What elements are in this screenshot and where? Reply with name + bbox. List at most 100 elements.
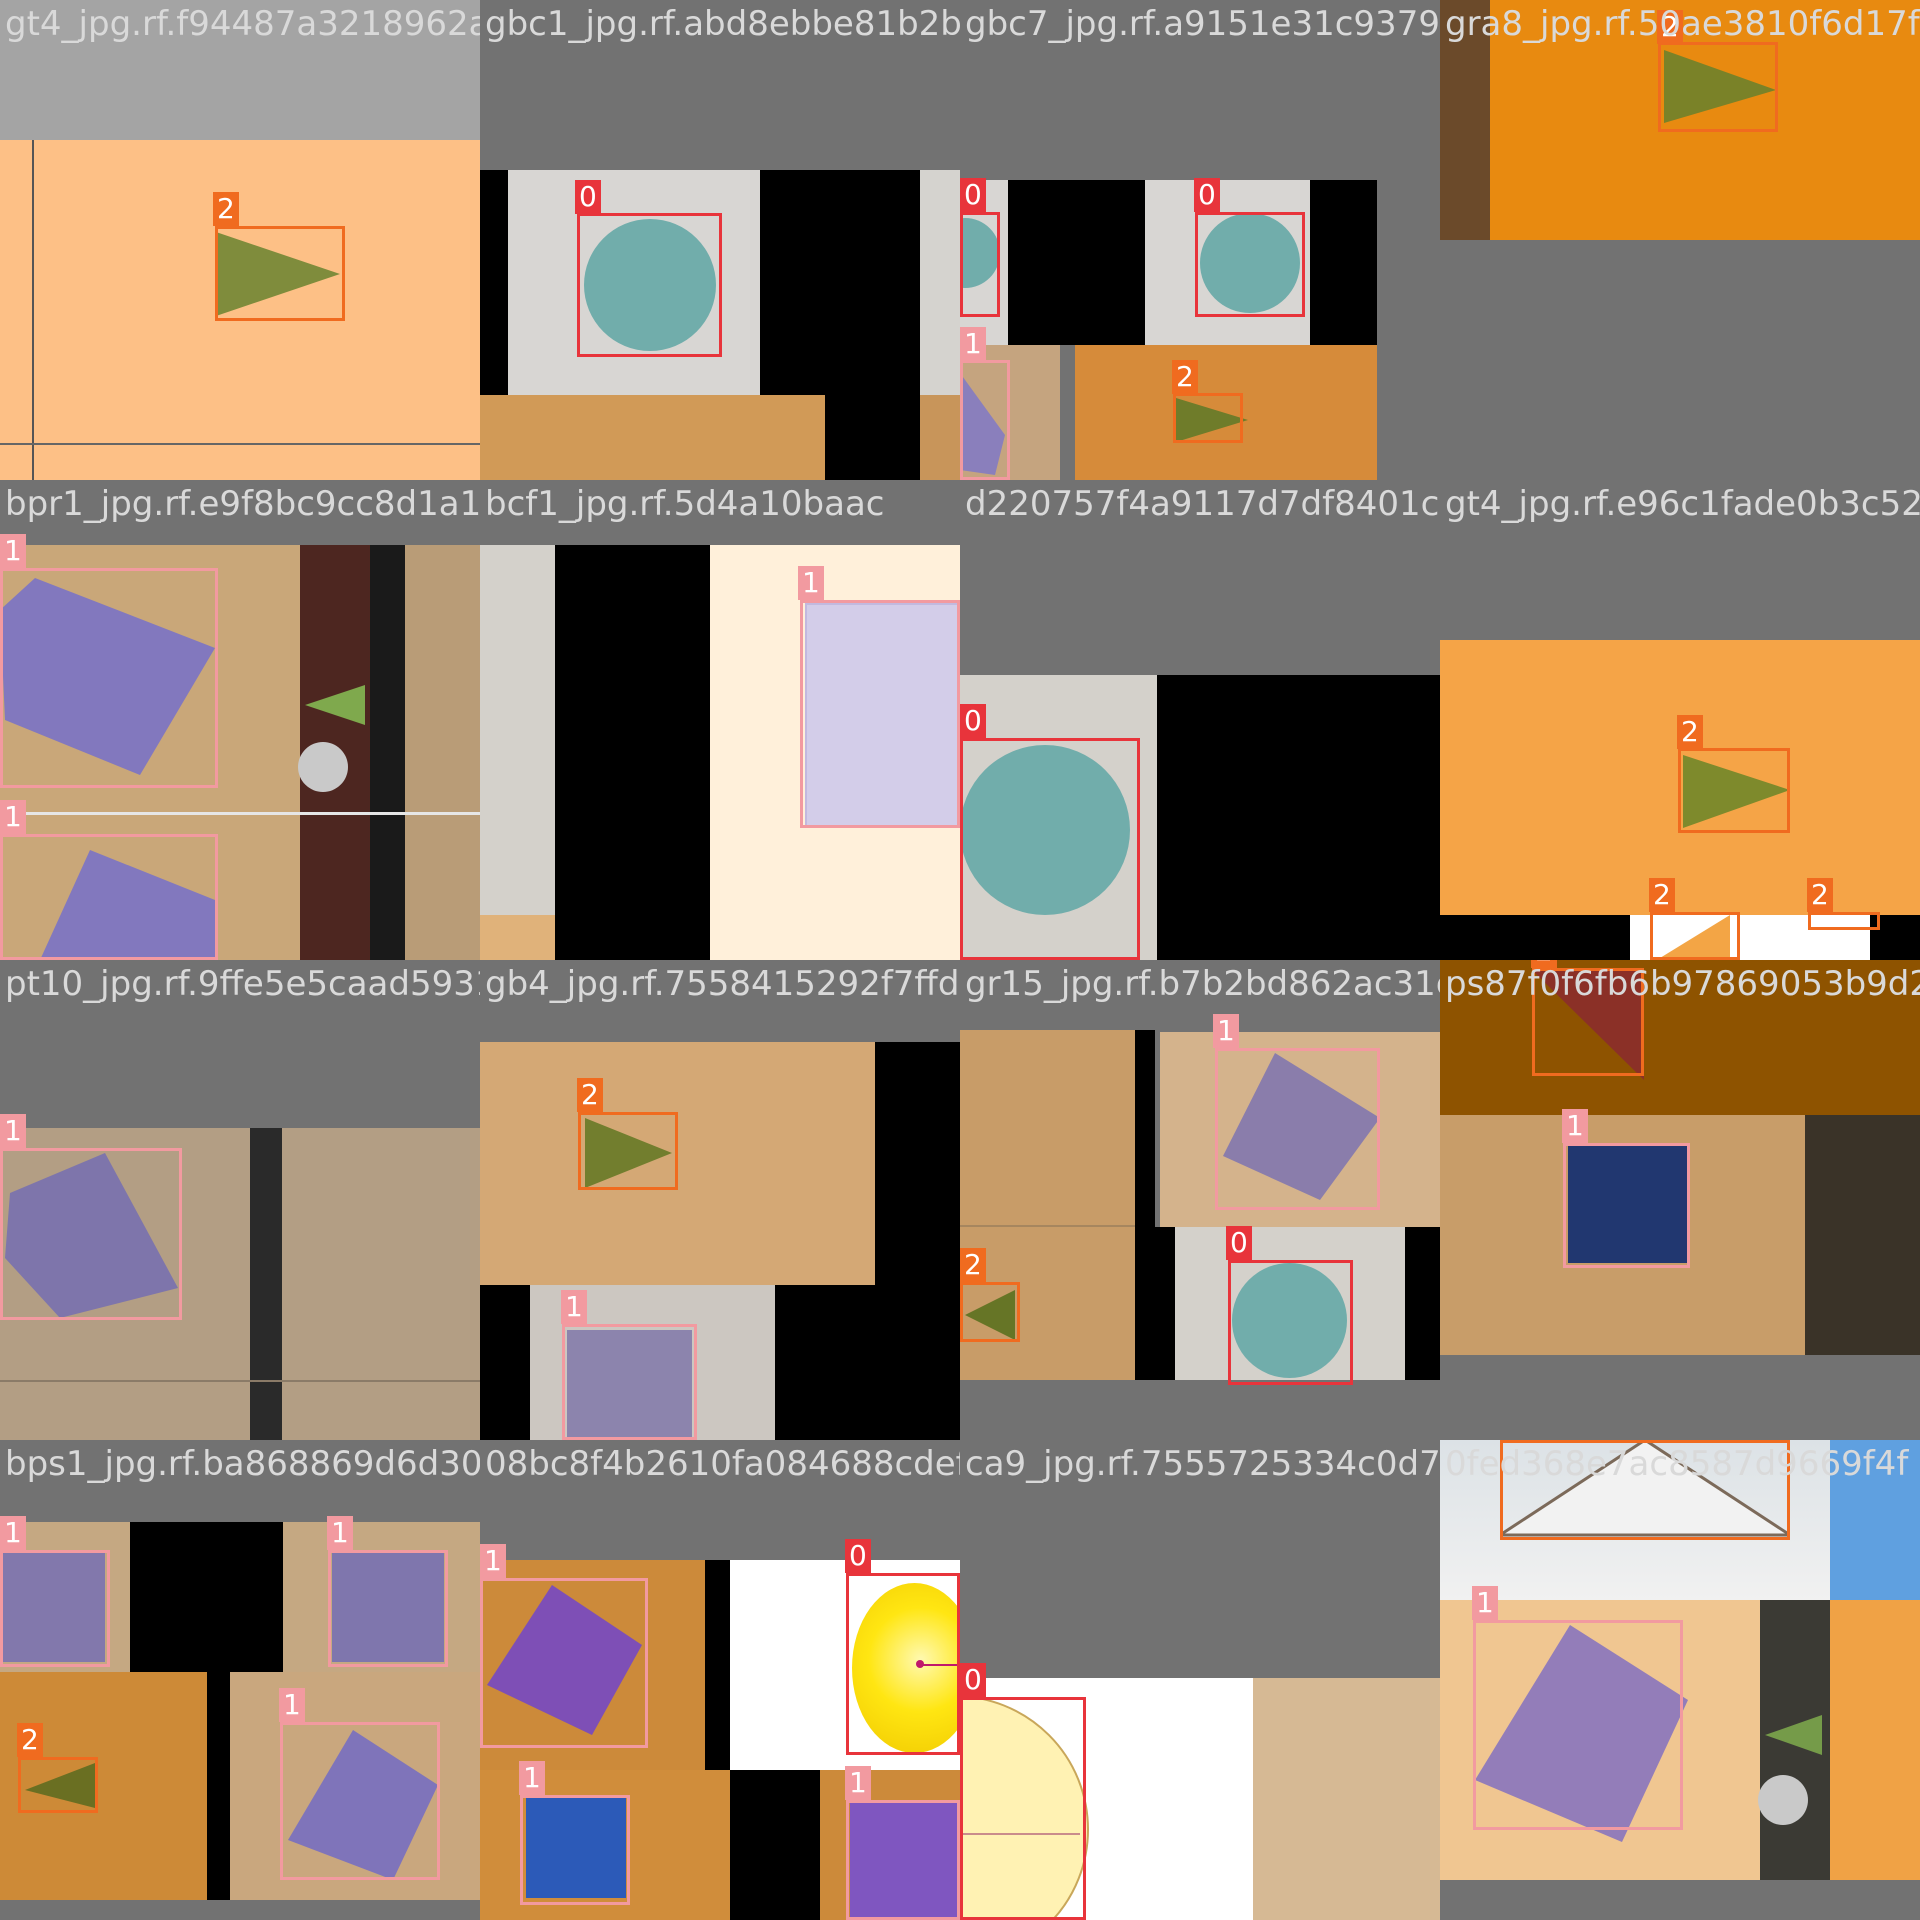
tile-filename: gt4_jpg.rf.f94487a3218962a (5, 4, 480, 44)
grid-line (32, 140, 34, 480)
class-label: 1 (480, 1544, 506, 1578)
class-label: 2 (213, 192, 239, 226)
bbox (1228, 1260, 1353, 1385)
bbox (1173, 393, 1243, 443)
tile-filename: d220757f4a9117d7df8401c2b5 (965, 484, 1440, 524)
image-tile: 0 gbc1_jpg.rf.abd8ebbe81b2b (480, 0, 960, 480)
class-label: 1 (279, 1688, 305, 1722)
bbox (1808, 912, 1880, 930)
class-label: 1 (0, 800, 26, 834)
bbox (960, 360, 1010, 480)
class-label: 1 (0, 1114, 26, 1148)
tape-roll (298, 742, 348, 792)
bbox (328, 1550, 448, 1667)
image-tile: 1 1 2 1 bps1_jpg.rf.ba868869d6d30 (0, 1440, 480, 1920)
bbox (18, 1757, 98, 1813)
bbox (1678, 748, 1790, 833)
bbox (0, 1550, 110, 1667)
bbox (0, 834, 218, 960)
tile-filename: ca9_jpg.rf.7555725334c0d7e80 (965, 1444, 1440, 1484)
paper-background (480, 545, 555, 960)
image-tile: 0 0 1 2 gbc7_jpg.rf.a9151e31c9379 (960, 0, 1440, 480)
image-tile: 1 0 1 1 08bc8f4b2610fa084688cdefa (480, 1440, 960, 1920)
bbox (800, 600, 960, 828)
image-tile: 1 pt10_jpg.rf.9ffe5e5caad5931 (0, 960, 480, 1440)
class-label: 0 (575, 180, 601, 214)
tile-filename: 0fed368e7ac8587d9669f4f (1445, 1444, 1909, 1484)
green-triangle (305, 685, 365, 725)
class-label: 2 (1807, 878, 1833, 912)
class-label: 1 (561, 1290, 587, 1324)
class-label: 2 (577, 1078, 603, 1112)
bbox (1195, 212, 1305, 317)
bbox (960, 1697, 1086, 1920)
class-label: 1 (1472, 1586, 1498, 1620)
bbox (215, 226, 345, 321)
class-label: 1 (960, 327, 986, 361)
tile-filename: 08bc8f4b2610fa084688cdefa (485, 1444, 960, 1484)
class-label: 1 (1213, 1014, 1239, 1048)
tile-filename: bpr1_jpg.rf.e9f8bc9cc8d1a1 (5, 484, 480, 524)
bbox (520, 1795, 630, 1905)
bbox (1473, 1620, 1683, 1830)
class-label: 2 (1649, 878, 1675, 912)
class-label: 1 (0, 1516, 26, 1550)
green-triangle (1765, 1715, 1822, 1755)
class-label: 1 (1562, 1109, 1588, 1143)
bbox (577, 213, 722, 357)
bbox (960, 1282, 1020, 1342)
class-label: 1 (0, 534, 26, 568)
class-label: 2 (17, 1723, 43, 1757)
class-label: 2 (1172, 360, 1198, 394)
tile-filename: bcf1_jpg.rf.5d4a10baac (485, 484, 885, 524)
image-tile: 2 2 2 gt4_jpg.rf.e96c1fade0b3c523 (1440, 480, 1920, 960)
wood-surface (1253, 1678, 1440, 1920)
class-label: 2 (1677, 715, 1703, 749)
image-tile: 2 1 gb4_jpg.rf.7558415292f7ffd7 (480, 960, 960, 1440)
wood-surface (282, 1128, 480, 1440)
bbox (846, 1800, 960, 1920)
bbox (0, 1148, 182, 1320)
image-tile: 0 ca9_jpg.rf.7555725334c0d7e80 (960, 1440, 1440, 1920)
class-label: 2 (960, 1248, 986, 1282)
mosaic-grid: 2 gt4_jpg.rf.f94487a3218962a 0 gbc1_jpg.… (0, 0, 1920, 1920)
class-label: 0 (960, 1663, 986, 1697)
tile-filename: bps1_jpg.rf.ba868869d6d30 (5, 1444, 480, 1484)
class-label: 1 (845, 1766, 871, 1800)
tile-filename: gbc1_jpg.rf.abd8ebbe81b2b (485, 4, 960, 44)
class-label: 1 (327, 1516, 353, 1550)
bbox (280, 1722, 440, 1880)
class-label: 0 (1194, 178, 1220, 212)
bbox (0, 568, 218, 788)
bbox (1563, 1143, 1690, 1268)
bbox (1650, 912, 1740, 960)
bbox (480, 1578, 648, 1748)
image-tile: 1 2 0 gr15_jpg.rf.b7b2bd862ac31e6 (960, 960, 1440, 1440)
class-label: 0 (960, 704, 986, 738)
tile-filename: gr15_jpg.rf.b7b2bd862ac31e6 (965, 964, 1440, 1004)
class-label: 1 (798, 566, 824, 600)
wood-surface (480, 395, 825, 480)
image-tile: 1 1 bpr1_jpg.rf.e9f8bc9cc8d1a1 (0, 480, 480, 960)
tile-filename: gbc7_jpg.rf.a9151e31c9379 (965, 4, 1440, 44)
image-tile: 2 1 ps87f0f6fb6b97869053b9d2d (1440, 960, 1920, 1440)
image-tile: 2 gra8_jpg.rf.50ae3810f6d17f (1440, 0, 1920, 480)
image-tile: 0 d220757f4a9117d7df8401c2b5 (960, 480, 1440, 960)
class-label: 0 (845, 1539, 871, 1573)
wood-surface (1830, 1600, 1920, 1880)
image-tile: 2 1 0fed368e7ac8587d9669f4f (1440, 1440, 1920, 1920)
image-tile: 2 gt4_jpg.rf.f94487a3218962a (0, 0, 480, 480)
bbox (960, 738, 1140, 960)
tile-filename: gb4_jpg.rf.7558415292f7ffd7 (485, 964, 960, 1004)
class-label: 0 (1226, 1226, 1252, 1260)
bbox (846, 1573, 960, 1755)
bbox (960, 212, 1000, 317)
bbox (578, 1112, 678, 1190)
bbox (562, 1324, 697, 1440)
image-tile: 1 bcf1_jpg.rf.5d4a10baac (480, 480, 960, 960)
tile-filename: gt4_jpg.rf.e96c1fade0b3c523 (1445, 484, 1920, 524)
tile-filename: pt10_jpg.rf.9ffe5e5caad5931 (5, 964, 480, 1004)
tile-filename: ps87f0f6fb6b97869053b9d2d (1445, 964, 1920, 1004)
class-label: 0 (960, 178, 986, 212)
class-label: 1 (519, 1761, 545, 1795)
